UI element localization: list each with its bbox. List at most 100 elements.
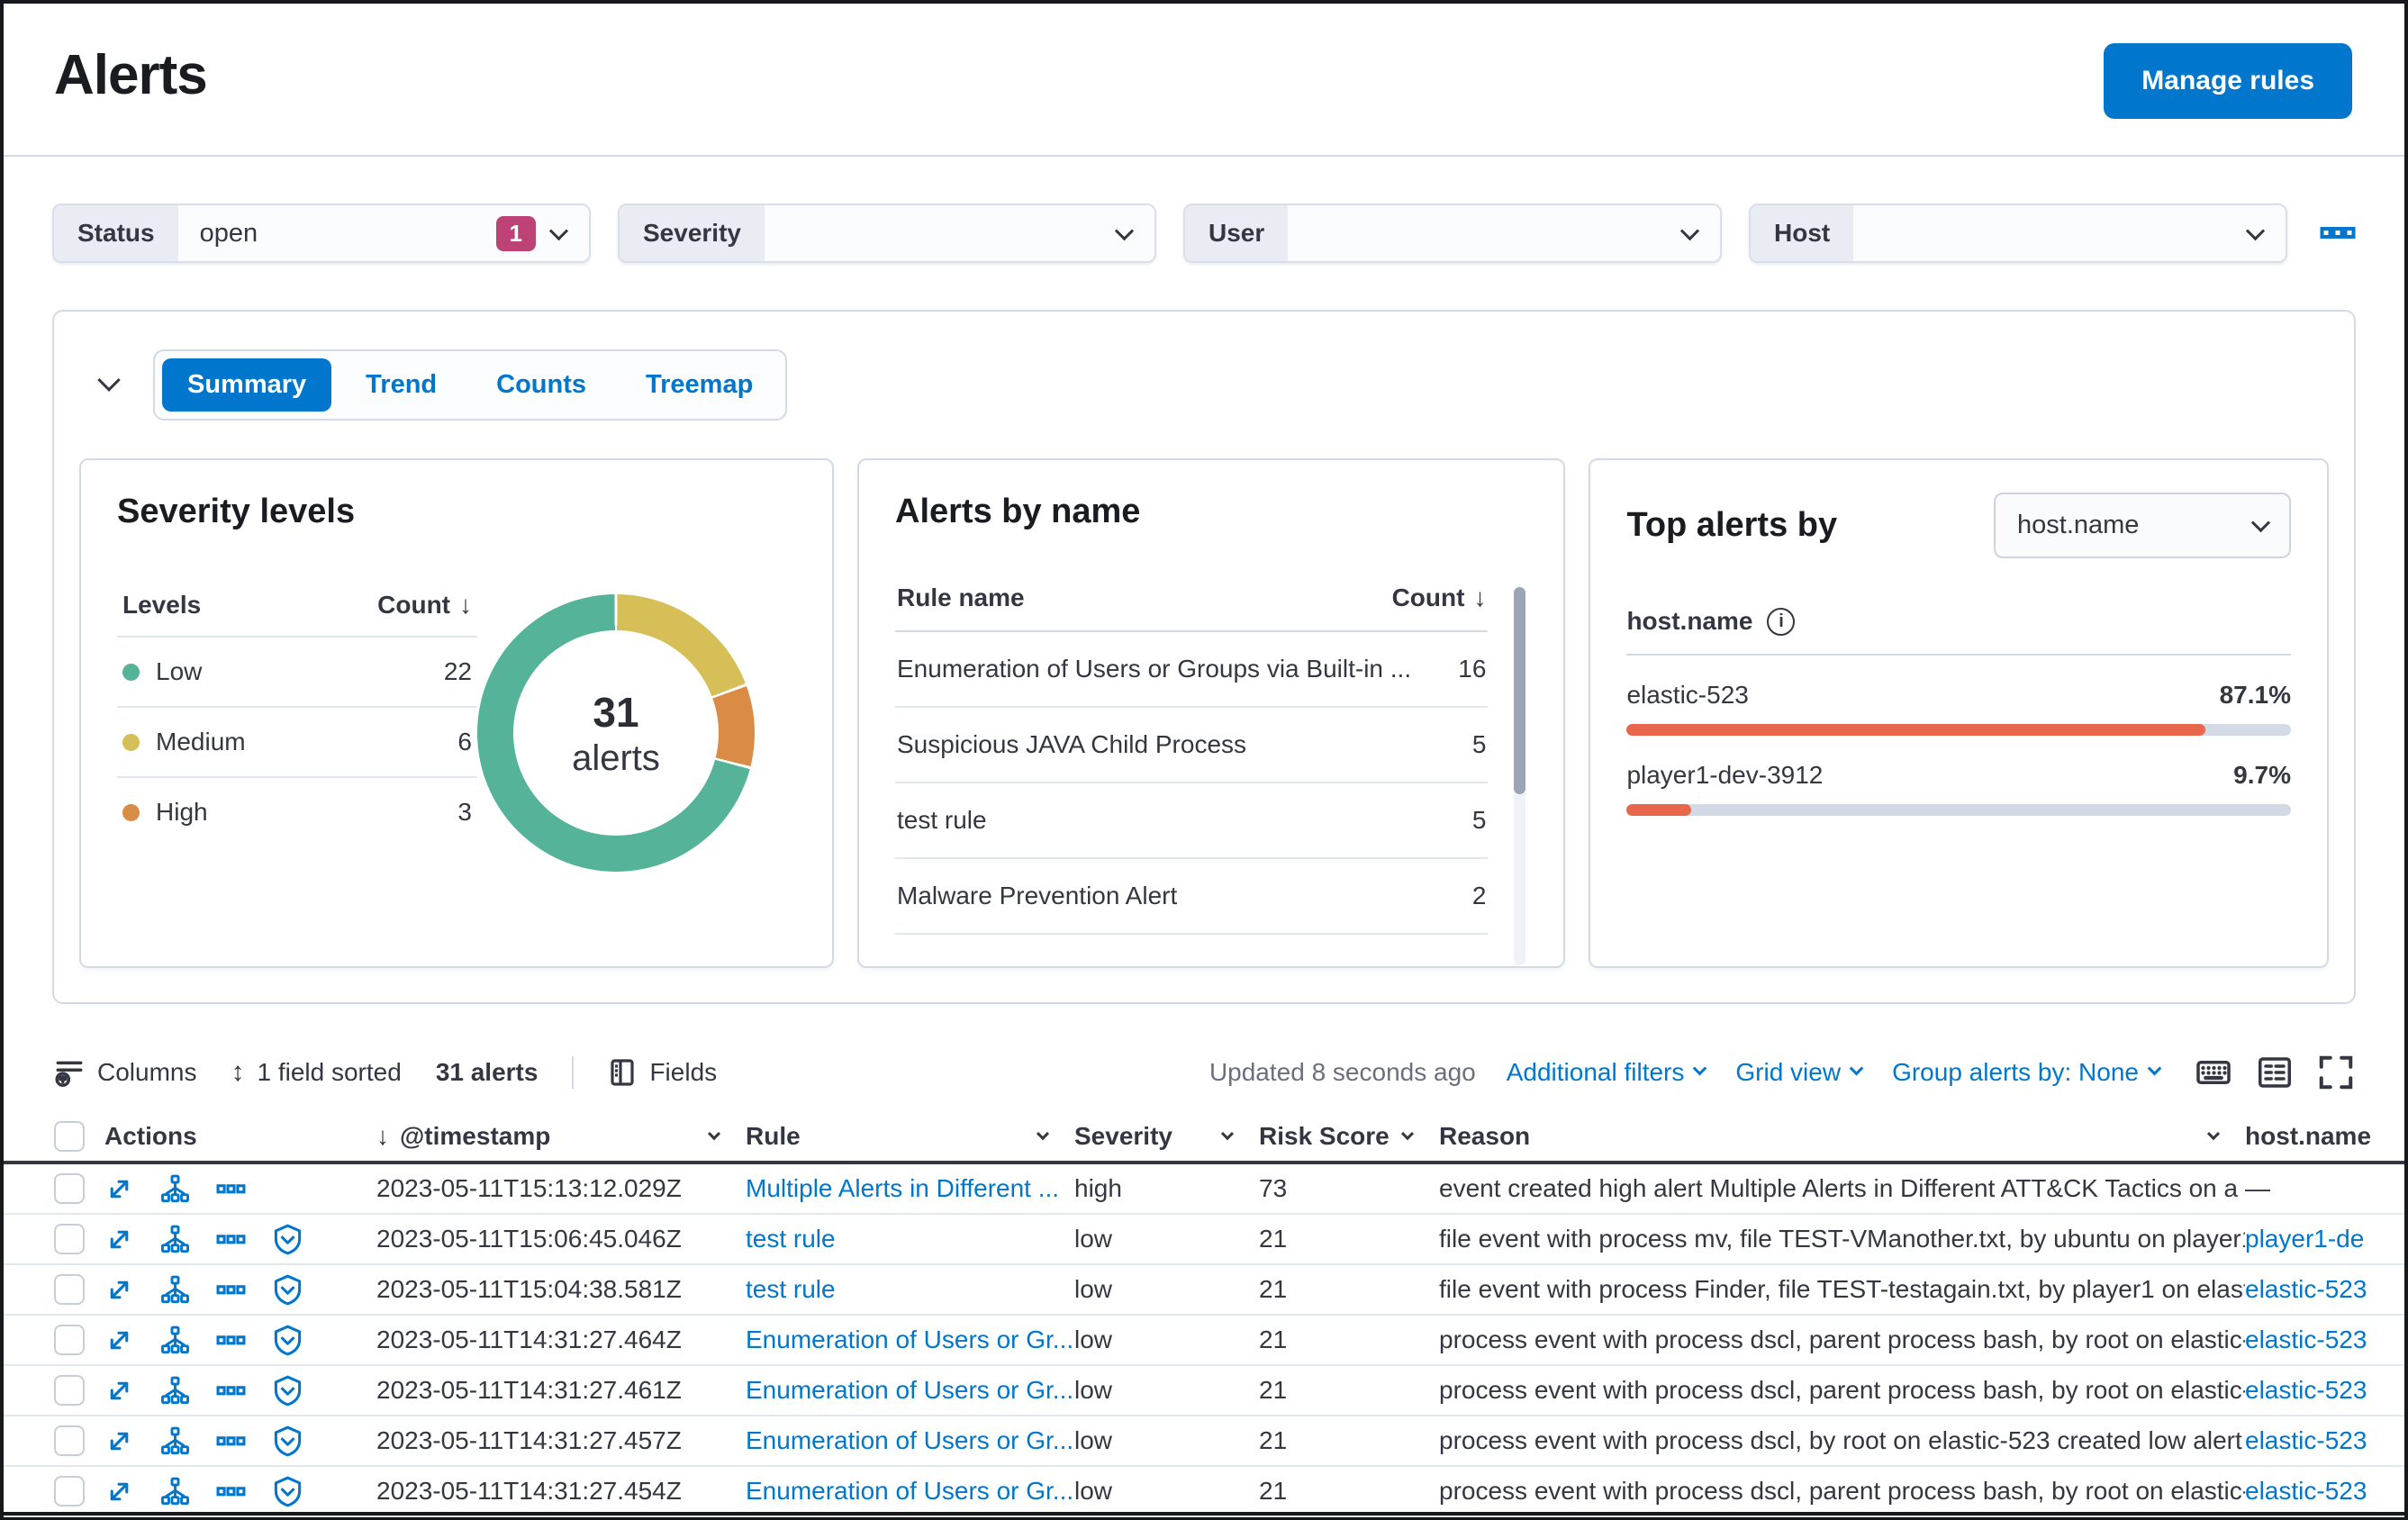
count-column-header[interactable]: Count ↓ [377, 591, 472, 620]
alert-rule-link[interactable]: test rule [746, 1225, 1074, 1253]
alert-host-name[interactable]: elastic-523 [2245, 1325, 2404, 1354]
more-actions-icon[interactable] [216, 1426, 246, 1456]
analyze-event-icon[interactable] [160, 1325, 190, 1355]
analyze-event-icon[interactable] [160, 1426, 190, 1456]
alert-host-name[interactable]: — [2245, 1174, 2404, 1203]
more-actions-icon[interactable] [216, 1325, 246, 1355]
expand-alert-icon[interactable] [104, 1325, 134, 1355]
chevron-down-icon[interactable] [2206, 1127, 2221, 1141]
chevron-down-icon [97, 368, 121, 392]
column-header-severity[interactable]: Severity [1074, 1122, 1259, 1151]
column-header-rule[interactable]: Rule [746, 1122, 1074, 1151]
endpoint-shield-icon[interactable] [272, 1223, 303, 1256]
more-actions-icon[interactable] [216, 1275, 246, 1305]
endpoint-shield-icon[interactable] [272, 1273, 303, 1307]
more-actions-icon[interactable] [216, 1477, 246, 1506]
manage-rules-button[interactable]: Manage rules [2104, 43, 2352, 119]
collapse-summary-button[interactable] [97, 368, 121, 395]
tab-treemap[interactable]: Treemap [620, 358, 778, 412]
alert-rule-link[interactable]: Multiple Alerts in Different ... [746, 1174, 1074, 1203]
filter-pill-severity[interactable]: Severity [618, 204, 1156, 263]
summary-viz-row: Severity levels Levels Count ↓ Low 22 Me… [79, 458, 2329, 968]
columns-button[interactable]: Columns [54, 1057, 196, 1088]
alert-host-name[interactable]: elastic-523 [2245, 1426, 2404, 1455]
more-actions-icon[interactable] [216, 1174, 246, 1204]
sort-fields-button[interactable]: ↕ 1 field sorted [231, 1057, 401, 1088]
tab-trend[interactable]: Trend [340, 358, 462, 412]
column-header-risk-score[interactable]: Risk Score [1259, 1122, 1439, 1151]
severity-dot [122, 803, 140, 821]
alert-row: 2023-05-11T15:13:12.029Z Multiple Alerts… [4, 1164, 2404, 1215]
alert-risk-score: 21 [1259, 1426, 1288, 1454]
endpoint-shield-icon[interactable] [272, 1425, 303, 1458]
analyze-event-icon[interactable] [160, 1376, 190, 1406]
analyze-event-icon[interactable] [160, 1477, 190, 1506]
row-checkbox[interactable] [54, 1425, 85, 1456]
expand-alert-icon[interactable] [104, 1225, 134, 1254]
alert-host-name[interactable]: elastic-523 [2245, 1376, 2404, 1405]
expand-alert-icon[interactable] [104, 1376, 134, 1406]
info-icon[interactable]: i [1767, 607, 1796, 636]
chevron-down-icon[interactable] [1036, 1127, 1050, 1141]
row-checkbox[interactable] [54, 1325, 85, 1355]
analyze-event-icon[interactable] [160, 1225, 190, 1254]
display-density-icon[interactable] [2257, 1054, 2293, 1090]
select-all-checkbox[interactable] [54, 1121, 85, 1152]
expand-alert-icon[interactable] [104, 1174, 134, 1204]
alert-timestamp: 2023-05-11T14:31:27.464Z [376, 1325, 682, 1353]
tab-summary[interactable]: Summary [162, 358, 332, 412]
expand-alert-icon[interactable] [104, 1426, 134, 1456]
alerts-data-grid: Actions ↓ @timestamp Rule Severity Risk S… [4, 1112, 2404, 1520]
alert-row: 2023-05-11T14:31:27.454Z Enumeration of … [4, 1467, 2404, 1517]
alert-reason: process event with process dscl, parent … [1439, 1477, 2245, 1505]
row-checkbox[interactable] [54, 1375, 85, 1406]
expand-alert-icon[interactable] [104, 1477, 134, 1506]
alert-severity: low [1074, 1477, 1113, 1505]
chevron-down-icon[interactable] [707, 1127, 721, 1141]
endpoint-shield-icon[interactable] [272, 1374, 303, 1407]
alert-host-name[interactable]: elastic-523 [2245, 1477, 2404, 1506]
tab-counts[interactable]: Counts [471, 358, 611, 412]
severity-levels-panel: Severity levels Levels Count ↓ Low 22 Me… [79, 458, 834, 968]
filter-pill-user[interactable]: User [1183, 204, 1722, 263]
scrollbar-thumb[interactable] [1514, 587, 1526, 794]
analyze-event-icon[interactable] [160, 1275, 190, 1305]
row-checkbox[interactable] [54, 1274, 85, 1305]
row-checkbox[interactable] [54, 1224, 85, 1254]
keyboard-shortcuts-icon[interactable] [2195, 1054, 2231, 1090]
toolbar-link-group-alerts-by-none[interactable]: Group alerts by: None [1892, 1058, 2162, 1087]
alert-rule-link[interactable]: Enumeration of Users or Gr... [746, 1376, 1074, 1405]
alert-rule-link[interactable]: Enumeration of Users or Gr... [746, 1477, 1074, 1506]
count-column-header[interactable]: Count ↓ [1392, 584, 1487, 612]
more-actions-icon[interactable] [216, 1225, 246, 1254]
expand-alert-icon[interactable] [104, 1275, 134, 1305]
alert-host-name[interactable]: elastic-523 [2245, 1275, 2404, 1304]
alert-host-name[interactable]: player1-de [2245, 1225, 2404, 1253]
fullscreen-icon[interactable] [2318, 1054, 2354, 1090]
column-header-timestamp[interactable]: ↓ @timestamp [376, 1122, 746, 1151]
top-alerts-field-select[interactable]: host.name [1994, 493, 2291, 558]
chevron-down-icon[interactable] [1400, 1127, 1415, 1141]
chevron-down-icon [1679, 221, 1700, 240]
row-checkbox[interactable] [54, 1476, 85, 1506]
fields-button[interactable]: Fields [608, 1057, 717, 1088]
chevron-down-icon[interactable] [1220, 1127, 1235, 1141]
alert-rule-link[interactable]: test rule [746, 1275, 1074, 1304]
endpoint-shield-icon[interactable] [272, 1324, 303, 1357]
column-header-host-name[interactable]: host.name [2245, 1122, 2404, 1151]
analyze-event-icon[interactable] [160, 1174, 190, 1204]
column-header-reason[interactable]: Reason [1439, 1122, 2245, 1151]
severity-donut-chart[interactable]: 31 alerts [477, 594, 755, 872]
more-filters-button[interactable] [2320, 215, 2356, 251]
filter-pill-host[interactable]: Host [1749, 204, 2287, 263]
more-actions-icon[interactable] [216, 1376, 246, 1406]
filter-pill-status[interactable]: Status open 1 [52, 204, 591, 263]
toolbar-link-additional-filters[interactable]: Additional filters [1507, 1058, 1707, 1087]
row-checkbox[interactable] [54, 1173, 85, 1204]
endpoint-shield-icon[interactable] [272, 1475, 303, 1508]
toolbar-link-grid-view[interactable]: Grid view [1735, 1058, 1864, 1087]
alert-rule-link[interactable]: Enumeration of Users or Gr... [746, 1325, 1074, 1354]
summary-view-tabs: Summary Trend Counts Treemap [153, 349, 788, 421]
scrollbar-track[interactable] [1514, 587, 1526, 965]
alert-rule-link[interactable]: Enumeration of Users or Gr... [746, 1426, 1074, 1455]
